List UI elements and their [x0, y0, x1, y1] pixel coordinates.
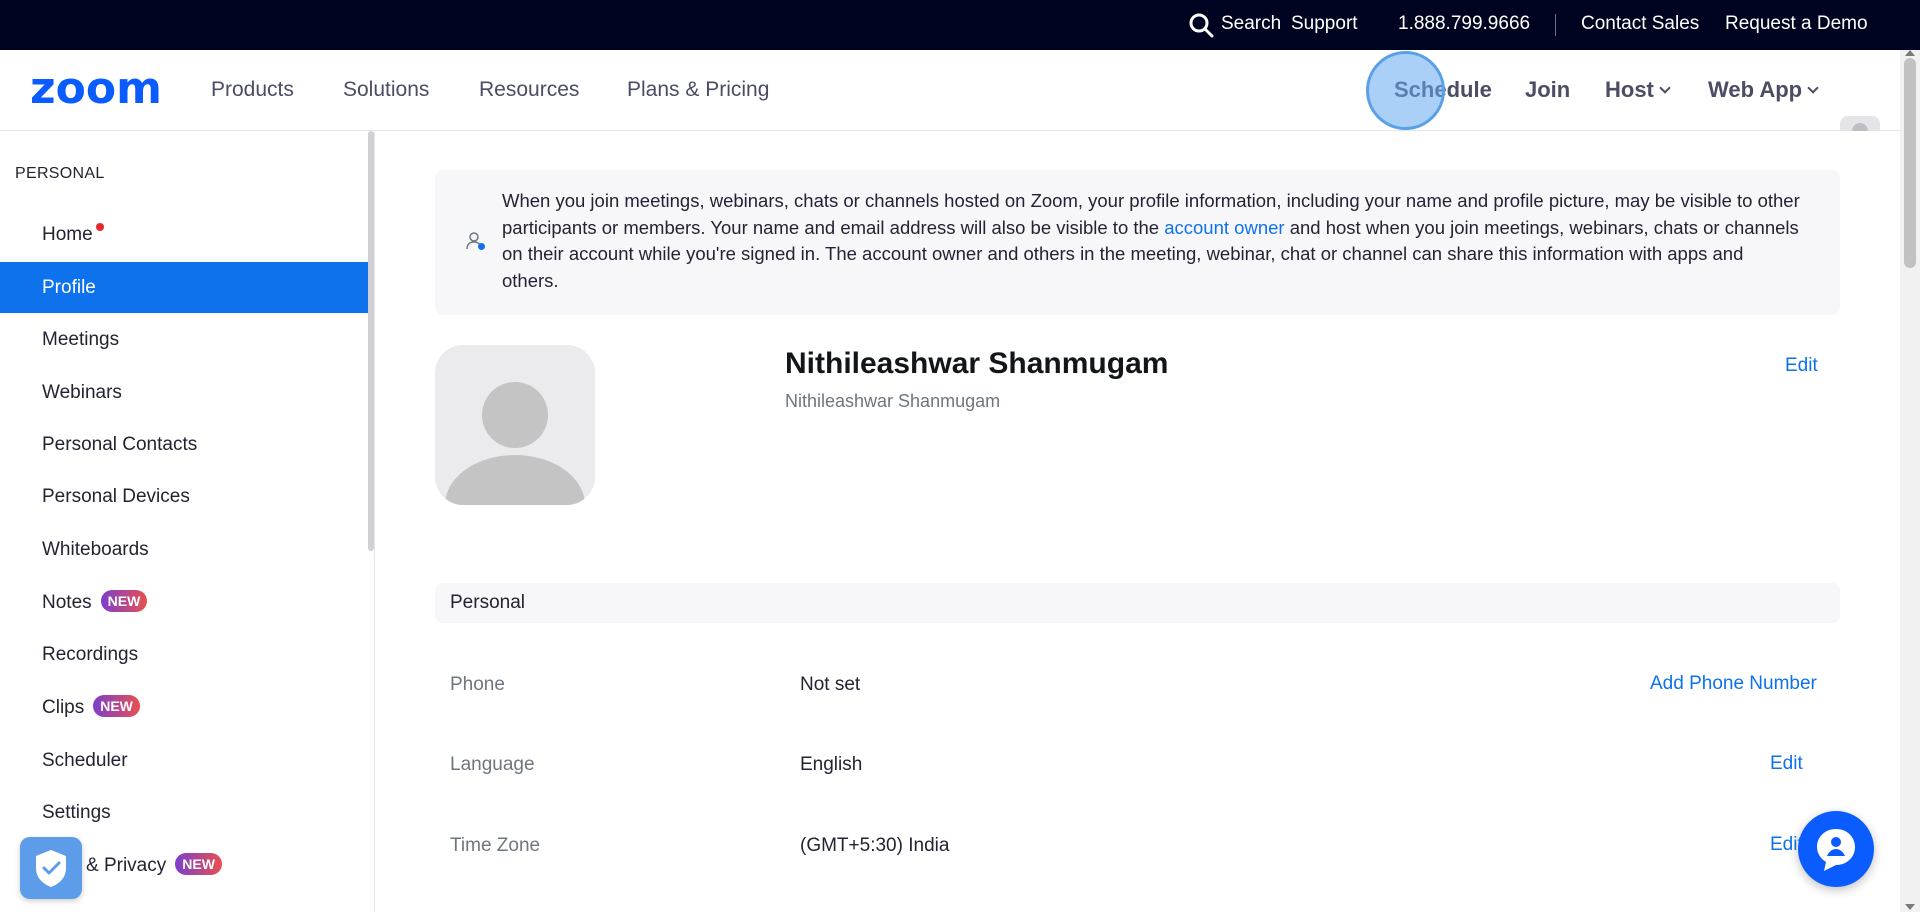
- support-link[interactable]: Support: [1291, 13, 1358, 35]
- contact-sales-link[interactable]: Contact Sales: [1581, 13, 1699, 35]
- sidebar-item-label: Meetings: [42, 329, 120, 350]
- zoom-logo[interactable]: zoom: [30, 70, 167, 110]
- nav-solutions[interactable]: Solutions: [343, 78, 429, 102]
- privacy-notice: When you join meetings, webinars, chats …: [435, 170, 1840, 315]
- edit-language-button[interactable]: Edit: [1770, 753, 1803, 775]
- logo-text: zoom: [30, 70, 162, 110]
- chat-bot-icon: [1817, 829, 1855, 871]
- nav-resources[interactable]: Resources: [479, 78, 579, 102]
- section-title: Personal: [450, 592, 525, 613]
- sidebar-item-label: Profile: [42, 277, 96, 298]
- search-icon[interactable]: [1188, 12, 1214, 38]
- sidebar-item-whiteboards[interactable]: Whiteboards: [0, 524, 368, 575]
- profile-name: Nithileashwar Shanmugam: [785, 347, 1169, 380]
- divider: [1555, 14, 1556, 36]
- phone-label: Phone: [450, 674, 505, 695]
- language-label: Language: [450, 754, 535, 775]
- sidebar-item-label: & Privacy: [86, 855, 167, 876]
- add-phone-number-button[interactable]: Add Phone Number: [1650, 673, 1817, 695]
- sidebar-item-label: Scheduler: [42, 750, 128, 771]
- profile-content: When you join meetings, webinars, chats …: [375, 131, 1900, 912]
- chat-assistant-button[interactable]: [1798, 811, 1874, 887]
- nav-web-app[interactable]: Web App: [1708, 77, 1819, 102]
- sidebar-item-home[interactable]: Home: [0, 209, 368, 260]
- phone-link[interactable]: 1.888.799.9666: [1398, 13, 1530, 35]
- person-info-icon: [466, 232, 485, 250]
- timezone-label: Time Zone: [450, 835, 541, 856]
- sidebar-item-label: Recordings: [42, 644, 139, 665]
- nav-join[interactable]: Join: [1525, 78, 1570, 102]
- scrollbar-thumb[interactable]: [1904, 58, 1916, 268]
- sidebar-item-personal-contacts[interactable]: Personal Contacts: [0, 419, 368, 470]
- edit-profile-button[interactable]: Edit: [1785, 355, 1818, 377]
- sidebar-item-webinars[interactable]: Webinars: [0, 367, 368, 418]
- sidebar-item-profile[interactable]: Profile: [0, 262, 368, 313]
- utility-bar: Search Support 1.888.799.9666 Contact Sa…: [0, 0, 1920, 50]
- nav-schedule[interactable]: Schedule: [1394, 78, 1492, 102]
- nav-host-label: Host: [1605, 77, 1654, 102]
- sidebar-item-meetings[interactable]: Meetings: [0, 314, 368, 365]
- nav-host[interactable]: Host: [1605, 77, 1671, 102]
- language-value: English: [800, 754, 863, 775]
- sidebar-item-label: Personal Devices: [42, 486, 190, 507]
- privacy-notice-text: When you join meetings, webinars, chats …: [502, 188, 1802, 294]
- sidebar-item-label: Clips: [42, 697, 85, 718]
- sidebar-item-label: Home: [42, 224, 93, 245]
- profile-display-name: Nithileashwar Shanmugam: [785, 391, 1001, 411]
- search-link[interactable]: Search: [1221, 13, 1281, 35]
- sidebar-item-label: Webinars: [42, 382, 122, 403]
- sidebar-section-title: PERSONAL: [15, 165, 105, 182]
- request-demo-link[interactable]: Request a Demo: [1725, 13, 1868, 35]
- sidebar-item-settings[interactable]: Settings: [0, 787, 368, 838]
- privacy-shield-button[interactable]: [20, 837, 82, 899]
- scroll-up-arrow-icon[interactable]: [1905, 50, 1915, 56]
- nav-plans-pricing[interactable]: Plans & Pricing: [627, 78, 769, 102]
- chevron-down-icon: [1659, 82, 1671, 94]
- sidebar-item-scheduler[interactable]: Scheduler: [0, 735, 368, 786]
- nav-web-app-label: Web App: [1708, 77, 1803, 102]
- sidebar-item-clips[interactable]: Clips NEW: [0, 682, 368, 733]
- new-badge: NEW: [100, 589, 148, 612]
- shield-icon: [36, 850, 66, 887]
- new-badge: NEW: [93, 694, 140, 717]
- chevron-down-icon: [1807, 82, 1819, 94]
- sidebar-item-label: Settings: [42, 802, 111, 823]
- personal-section-header: Personal: [435, 583, 1840, 623]
- nav-products[interactable]: Products: [211, 78, 294, 102]
- main-nav: zoom Products Solutions Resources Plans …: [0, 50, 1900, 156]
- sidebar-item-recordings[interactable]: Recordings: [0, 629, 368, 680]
- page-scrollbar[interactable]: [1900, 50, 1920, 912]
- phone-value: Not set: [800, 674, 861, 695]
- scroll-down-arrow-icon[interactable]: [1905, 904, 1915, 910]
- sidebar: PERSONAL Home Profile Meetings Webinars …: [0, 131, 375, 912]
- timezone-value: (GMT+5:30) India: [800, 835, 950, 856]
- profile-picture[interactable]: [435, 345, 595, 505]
- sidebar-item-notes[interactable]: Notes NEW: [0, 577, 368, 628]
- sidebar-item-label: Personal Contacts: [42, 434, 198, 455]
- sidebar-item-label: Notes: [42, 592, 92, 613]
- sidebar-item-personal-devices[interactable]: Personal Devices: [0, 471, 368, 522]
- sidebar-item-label: Whiteboards: [42, 539, 149, 560]
- account-owner-link[interactable]: account owner: [1164, 217, 1284, 238]
- new-badge: NEW: [175, 852, 222, 875]
- notification-dot: [95, 223, 104, 231]
- sidebar-scrollbar[interactable]: [368, 131, 374, 551]
- avatar-placeholder-icon: [445, 382, 585, 505]
